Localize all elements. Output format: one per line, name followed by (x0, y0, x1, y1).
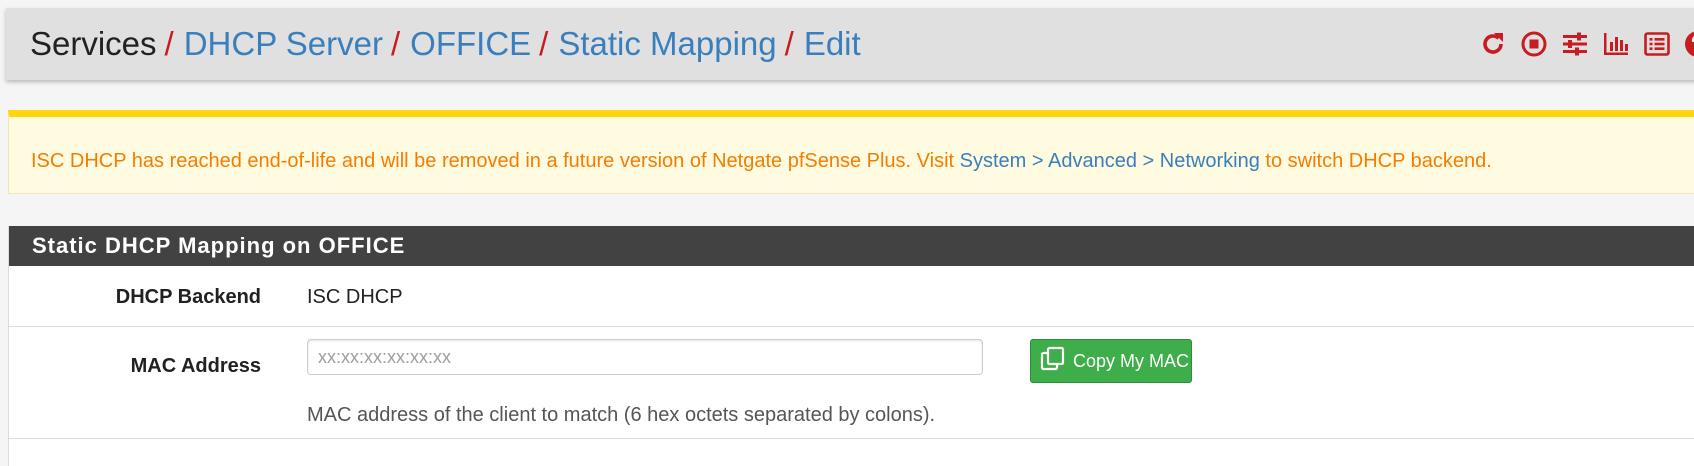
alert-suffix: to switch DHCP backend. (1259, 150, 1492, 172)
alert-separator: > (1026, 150, 1049, 172)
copy-icon (1039, 345, 1067, 378)
copy-my-mac-button[interactable]: Copy My MAC (1030, 339, 1192, 383)
breadcrumb-static-mapping[interactable]: Static Mapping (558, 25, 776, 63)
mac-address-help: MAC address of the client to match (6 he… (307, 404, 936, 426)
breadcrumb-separator: / (391, 25, 401, 62)
stop-service-icon[interactable] (1518, 28, 1550, 60)
alert-prefix: ISC DHCP has reached end-of-life and wil… (31, 150, 960, 172)
mac-address-input[interactable] (307, 339, 983, 375)
breadcrumb: Services / DHCP Server / OFFICE / Static… (30, 8, 861, 80)
dhcp-backend-value: ISC DHCP (307, 286, 403, 308)
breadcrumb-office[interactable]: OFFICE (410, 25, 531, 63)
panel-title: Static DHCP Mapping on OFFICE (9, 226, 1694, 266)
settings-sliders-icon[interactable] (1559, 28, 1591, 60)
dhcp-backend-label: DHCP Backend (115, 286, 261, 308)
status-chart-icon[interactable] (1600, 28, 1632, 60)
breadcrumb-separator: / (784, 25, 794, 62)
header-toolbar (1477, 8, 1694, 80)
dhcp-backend-row: DHCP Backend ISC DHCP (9, 266, 1694, 327)
static-mapping-panel: Static DHCP Mapping on OFFICE DHCP Backe… (8, 226, 1694, 466)
mac-address-label: MAC Address (130, 355, 261, 377)
breadcrumb-separator: / (164, 25, 174, 62)
alert-link-advanced[interactable]: Advanced (1048, 150, 1137, 172)
alert-separator: > (1137, 150, 1160, 172)
breadcrumb-services: Services (30, 25, 157, 62)
help-icon[interactable] (1682, 28, 1694, 60)
restart-service-icon[interactable] (1477, 28, 1509, 60)
log-list-icon[interactable] (1641, 28, 1673, 60)
copy-my-mac-label: Copy My MAC (1073, 350, 1190, 371)
mac-address-row: MAC Address Copy My MAC MAC address of t… (9, 327, 1694, 439)
eol-warning-text: ISC DHCP has reached end-of-life and wil… (31, 150, 1492, 173)
alert-link-networking[interactable]: Networking (1160, 150, 1260, 172)
breadcrumb-dhcp-server[interactable]: DHCP Server (184, 25, 383, 63)
page-header: Services / DHCP Server / OFFICE / Static… (6, 8, 1694, 80)
breadcrumb-edit[interactable]: Edit (804, 25, 861, 63)
alert-link-system[interactable]: System (960, 150, 1027, 172)
eol-warning-alert: ISC DHCP has reached end-of-life and wil… (8, 110, 1694, 194)
breadcrumb-separator: / (539, 25, 549, 62)
